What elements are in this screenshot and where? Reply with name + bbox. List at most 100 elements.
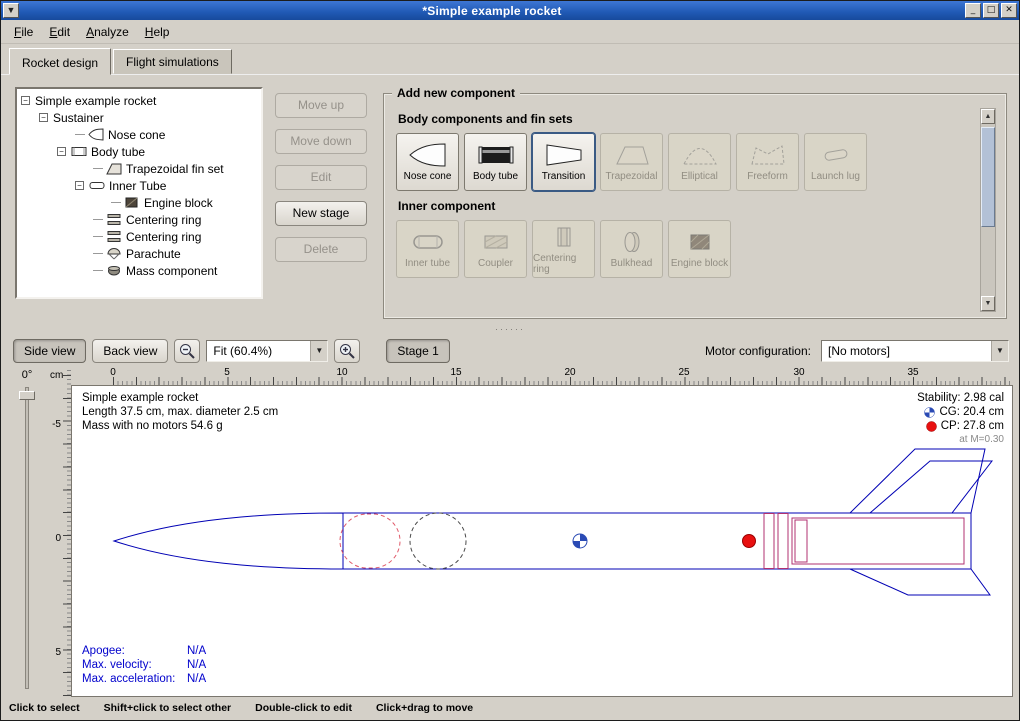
delete-button[interactable]: Delete — [275, 237, 367, 262]
add-freeform-fin-button[interactable]: Freeform — [736, 133, 799, 191]
stage-1-toggle[interactable]: Stage 1 — [386, 339, 449, 363]
menu-edit[interactable]: Edit — [42, 22, 77, 42]
split-pane-divider[interactable]: ······ — [1, 325, 1019, 334]
nose-cone-icon — [408, 142, 448, 168]
tree-label: Inner Tube — [109, 179, 166, 193]
ruler-tick-label: 15 — [450, 367, 461, 378]
collapse-icon[interactable]: − — [21, 96, 30, 105]
nose-cone-shape[interactable] — [114, 513, 343, 569]
tree-node-inner-tube[interactable]: − Inner Tube — [19, 177, 259, 194]
motor-configuration-select[interactable]: [No motors] ▼ — [821, 340, 1009, 362]
new-stage-button[interactable]: New stage — [275, 201, 367, 226]
add-elliptical-fin-button[interactable]: Elliptical — [668, 133, 731, 191]
add-bulkhead-button[interactable]: Bulkhead — [600, 220, 663, 278]
scroll-down-icon[interactable]: ▼ — [981, 296, 995, 311]
rotation-control: 0° — [7, 367, 47, 697]
fin-top-shape[interactable] — [850, 449, 985, 513]
tree-label: Sustainer — [53, 111, 104, 125]
zoom-value: Fit (60.4%) — [207, 344, 310, 358]
maximize-button[interactable]: □ — [983, 3, 999, 18]
hint-shift-click: Shift+click to select other — [104, 702, 232, 720]
max-velocity-label: Max. velocity: — [82, 658, 187, 672]
component-tree[interactable]: − Simple example rocket − Sustainer Nose… — [15, 87, 263, 299]
tree-node-mass-component[interactable]: Mass component — [19, 262, 259, 279]
tree-action-buttons: Move up Move down Edit New stage Delete — [275, 87, 367, 319]
tab-flight-simulations[interactable]: Flight simulations — [113, 49, 232, 74]
tree-node-sustainer[interactable]: − Sustainer — [19, 109, 259, 126]
zoom-out-button[interactable] — [174, 339, 200, 363]
menu-file[interactable]: File — [7, 22, 40, 42]
add-launch-lug-button[interactable]: Launch lug — [804, 133, 867, 191]
move-up-button[interactable]: Move up — [275, 93, 367, 118]
tree-node-parachute[interactable]: Parachute — [19, 245, 259, 262]
component-scrollbar[interactable]: ▲ ▼ — [980, 108, 996, 312]
ruler-tick-label: 10 — [336, 367, 347, 378]
add-body-tube-button[interactable]: Body tube — [464, 133, 527, 191]
system-menu-icon[interactable]: ▼ — [3, 3, 19, 18]
tree-node-centering-ring-1[interactable]: Centering ring — [19, 211, 259, 228]
collapse-icon[interactable]: − — [57, 147, 66, 156]
chevron-down-icon[interactable]: ▼ — [310, 341, 327, 361]
group-title: Add new component — [392, 86, 520, 100]
chevron-down-icon[interactable]: ▼ — [991, 341, 1008, 361]
move-down-button[interactable]: Move down — [275, 129, 367, 154]
add-inner-tube-button[interactable]: Inner tube — [396, 220, 459, 278]
menu-analyze[interactable]: Analyze — [79, 22, 136, 42]
zoom-select[interactable]: Fit (60.4%) ▼ — [206, 340, 328, 362]
elliptical-fin-icon — [680, 142, 720, 168]
scrollbar-thumb[interactable] — [981, 127, 995, 227]
max-acceleration-label: Max. acceleration: — [82, 672, 187, 686]
side-view-button[interactable]: Side view — [13, 339, 86, 363]
tree-node-rocket[interactable]: − Simple example rocket — [19, 92, 259, 109]
rocket-mass: Mass with no motors 54.6 g — [82, 419, 278, 433]
rotation-angle: 0° — [22, 369, 33, 381]
menu-help[interactable]: Help — [138, 22, 177, 42]
tree-label: Centering ring — [126, 230, 201, 244]
tree-node-body-tube[interactable]: − Body tube — [19, 143, 259, 160]
scroll-up-icon[interactable]: ▲ — [981, 109, 995, 124]
component-label: Bulkhead — [611, 258, 653, 269]
add-engine-block-button[interactable]: Engine block — [668, 220, 731, 278]
status-bar: Click to select Shift+click to select ot… — [1, 697, 1019, 720]
tree-label: Trapezoidal fin set — [126, 162, 224, 176]
fin-bottom-shape[interactable] — [850, 569, 990, 595]
component-label: Coupler — [478, 258, 513, 269]
add-centering-ring-button[interactable]: Centering ring — [532, 220, 595, 278]
max-acceleration-value: N/A — [187, 672, 206, 686]
tab-rocket-design[interactable]: Rocket design — [9, 48, 111, 75]
rotation-slider[interactable] — [17, 387, 37, 689]
body-tube-shape[interactable] — [343, 513, 971, 569]
tree-node-engine-block[interactable]: Engine block — [19, 194, 259, 211]
collapse-icon[interactable]: − — [75, 181, 84, 190]
tree-connector — [93, 219, 103, 220]
component-label: Inner tube — [405, 258, 450, 269]
engine-block-icon — [680, 229, 720, 255]
minimize-button[interactable]: _ — [965, 3, 981, 18]
add-trapezoidal-fin-button[interactable]: Trapezoidal — [600, 133, 663, 191]
add-nose-cone-button[interactable]: Nose cone — [396, 133, 459, 191]
zoom-in-button[interactable] — [334, 339, 360, 363]
back-view-button[interactable]: Back view — [92, 339, 168, 363]
tree-node-fin-set[interactable]: Trapezoidal fin set — [19, 160, 259, 177]
parachute-icon — [106, 247, 122, 260]
tree-label: Simple example rocket — [35, 94, 156, 108]
rocket-canvas[interactable]: Simple example rocket Length 37.5 cm, ma… — [71, 385, 1013, 697]
ruler-tick-label: 5 — [55, 647, 61, 658]
mass-component-icon — [106, 264, 122, 277]
cg-value: CG: 20.4 cm — [939, 405, 1004, 419]
component-label: Transition — [542, 171, 586, 182]
cg-icon — [924, 407, 935, 418]
tree-node-centering-ring-2[interactable]: Centering ring — [19, 228, 259, 245]
add-transition-button[interactable]: Transition — [532, 133, 595, 191]
cp-value: CP: 27.8 cm — [941, 419, 1004, 433]
collapse-icon[interactable]: − — [39, 113, 48, 122]
add-coupler-button[interactable]: Coupler — [464, 220, 527, 278]
close-button[interactable]: ✕ — [1001, 3, 1017, 18]
fin-far-shape[interactable] — [870, 461, 992, 513]
cp-marker — [743, 535, 756, 548]
slider-handle[interactable] — [19, 391, 35, 400]
edit-button[interactable]: Edit — [275, 165, 367, 190]
tree-node-nose-cone[interactable]: Nose cone — [19, 126, 259, 143]
slider-track[interactable] — [25, 387, 29, 689]
menu-bar: File Edit Analyze Help — [1, 20, 1019, 44]
